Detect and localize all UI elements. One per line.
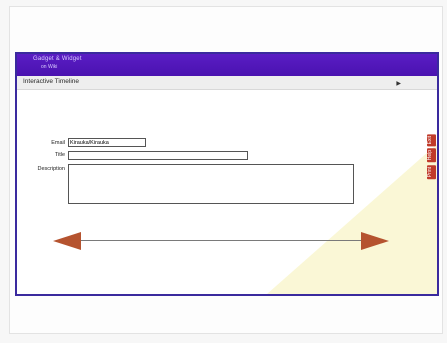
toolbar: Interactive Timeline ▶	[17, 76, 437, 90]
email-label: Email	[51, 140, 65, 146]
side-tab-print[interactable]: Print	[427, 164, 436, 179]
side-tab-help[interactable]: Help	[427, 148, 436, 163]
play-arrow-icon[interactable]: ▶	[396, 81, 401, 87]
timeline-axis	[81, 240, 361, 241]
title-field[interactable]	[68, 151, 248, 160]
window-title: Gadget & Widget	[33, 56, 82, 62]
window-subtitle: on Wiki	[41, 64, 58, 70]
side-tabs: Exit Help Print	[427, 134, 437, 181]
side-tab-exit[interactable]: Exit	[427, 134, 436, 147]
arrow-right-icon[interactable]	[361, 232, 389, 250]
arrow-left-icon[interactable]	[53, 232, 81, 250]
description-field[interactable]	[68, 164, 354, 204]
description-label: Description	[37, 166, 65, 172]
navigation: ▶	[390, 80, 407, 87]
screenshot-frame: Gadget & Widget on Wiki Interactive Time…	[0, 0, 447, 343]
app-window: Gadget & Widget on Wiki Interactive Time…	[15, 52, 439, 296]
title-bar: Gadget & Widget on Wiki	[17, 54, 437, 76]
app-title: Interactive Timeline	[23, 78, 79, 85]
email-field[interactable]	[68, 138, 146, 147]
title-label: Title	[54, 152, 65, 158]
